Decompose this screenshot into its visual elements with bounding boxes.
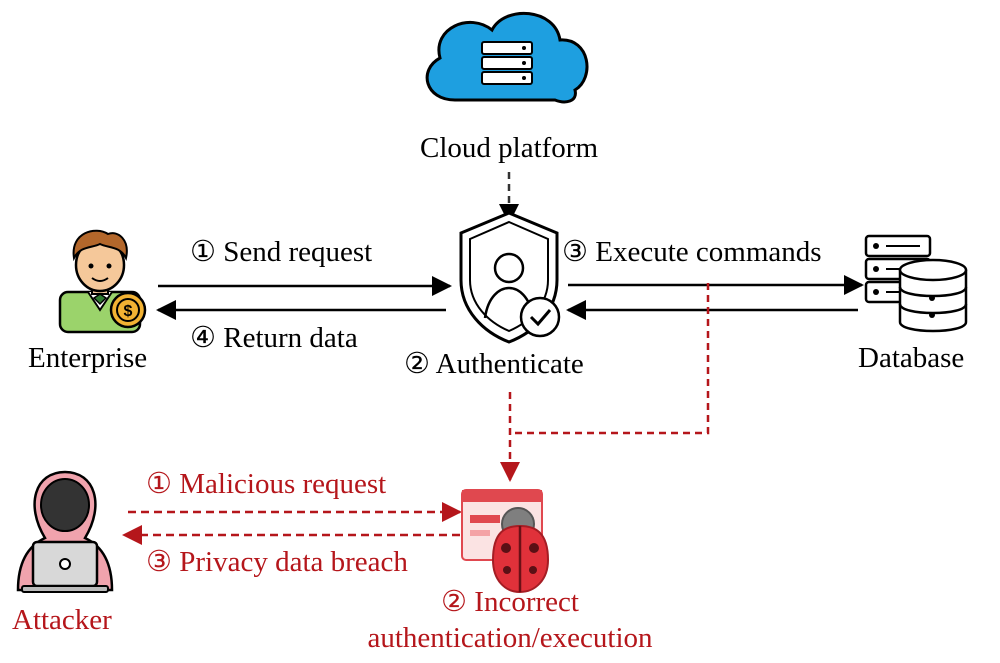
return-data-label: ④ Return data (190, 322, 358, 354)
execute-commands-label: ③ Execute commands (562, 236, 822, 268)
shield-user-check-icon (459, 211, 561, 344)
authentication-execution-label: authentication/execution (367, 622, 653, 654)
hooded-hacker-icon (16, 470, 114, 593)
svg-text:$: $ (124, 303, 133, 320)
attacker-label: Attacker (12, 604, 112, 636)
database-label: Database (858, 342, 965, 374)
ladybug-bug-icon (461, 489, 550, 594)
businessman-icon: $ (58, 229, 147, 334)
malicious-request-label: ① Malicious request (146, 468, 387, 500)
privacy-breach-label: ③ Privacy data breach (146, 546, 408, 578)
enterprise-label: Enterprise (28, 342, 148, 374)
incorrect-label: ② Incorrect (441, 586, 579, 618)
cloud-server-icon (425, 11, 589, 104)
database-server-icon (864, 234, 968, 333)
send-request-label: ① Send request (190, 236, 373, 268)
authenticate-label: ② Authenticate (404, 348, 584, 380)
cloud-platform-label: Cloud platform (419, 132, 599, 164)
